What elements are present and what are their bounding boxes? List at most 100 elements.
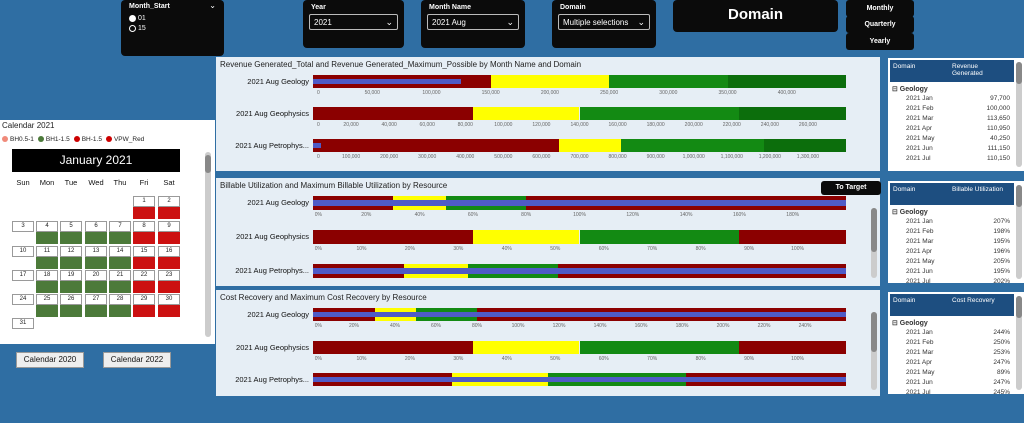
calendar-day[interactable]: 31: [12, 318, 34, 329]
weekday-label: Tue: [64, 178, 78, 187]
calendar-day[interactable]: 30: [158, 294, 180, 305]
bullet-bar[interactable]: [313, 341, 846, 354]
calendar-day[interactable]: 23: [158, 270, 180, 281]
calendar-day[interactable]: 16: [158, 246, 180, 257]
table-group[interactable]: ⊟ Geology: [892, 319, 928, 327]
yearly-button[interactable]: Yearly: [846, 33, 914, 50]
calendar-day[interactable]: 10: [12, 246, 34, 257]
calendar-day[interactable]: 25: [36, 294, 58, 305]
tick-label: 80%: [695, 246, 706, 252]
bullet-bar[interactable]: [313, 308, 846, 321]
column-header[interactable]: Domain: [893, 186, 915, 193]
calendar-day[interactable]: 2: [158, 196, 180, 207]
cost-recovery-scroll-thumb[interactable]: [871, 312, 877, 352]
calendar-day[interactable]: 4: [36, 221, 58, 232]
calendar-scrollbar[interactable]: [205, 152, 211, 337]
cost-recovery-panel: Cost Recovery and Maximum Cost Recovery …: [216, 290, 880, 396]
day-status-fill: [133, 305, 155, 317]
calendar-2022-button[interactable]: Calendar 2022: [103, 352, 171, 368]
calendar-day[interactable]: 1: [133, 196, 155, 207]
calendar-day[interactable]: 20: [85, 270, 107, 281]
tick-label: 60%: [467, 212, 478, 218]
tick-label: 0: [316, 90, 320, 96]
calendar-day[interactable]: 6: [85, 221, 107, 232]
bullet-bar[interactable]: [313, 264, 846, 278]
calendar-day[interactable]: 8: [133, 221, 155, 232]
table-row: 2021 Mar 253%: [890, 349, 1014, 359]
calendar-day[interactable]: 29: [133, 294, 155, 305]
bullet-bar[interactable]: [313, 230, 846, 244]
column-header[interactable]: Domain: [893, 63, 915, 70]
table-scroll-thumb[interactable]: [1016, 185, 1022, 207]
tick-label: 30%: [453, 356, 464, 362]
table-scroll-thumb[interactable]: [1016, 296, 1022, 318]
table-row: 2021 Feb 198%: [890, 228, 1014, 238]
calendar-day[interactable]: 28: [109, 294, 131, 305]
calendar-day[interactable]: 26: [60, 294, 82, 305]
tick-label: 200,000: [684, 122, 703, 128]
calendar-day[interactable]: 5: [60, 221, 82, 232]
calendar-day[interactable]: 7: [109, 221, 131, 232]
calendar-day[interactable]: 22: [133, 270, 155, 281]
tick-label: 40%: [501, 246, 512, 252]
domain-header-card: Domain: [673, 0, 838, 32]
bullet-bar[interactable]: [313, 107, 846, 120]
bullet-bar[interactable]: [313, 139, 846, 152]
calendar-day[interactable]: 17: [12, 270, 34, 281]
table-cell-period: 2021 May: [906, 258, 935, 265]
column-header[interactable]: Billable Utilization: [952, 186, 1010, 193]
table-scroll-thumb[interactable]: [1016, 62, 1022, 84]
calendar-day[interactable]: 24: [12, 294, 34, 305]
day-status-fill: [109, 305, 131, 317]
revenue-panel: Revenue Generated_Total and Revenue Gene…: [216, 57, 880, 171]
table-cell-value: 40,250: [990, 135, 1010, 142]
month-start-option-15[interactable]: 15: [129, 25, 146, 32]
calendar-2020-button[interactable]: Calendar 2020: [16, 352, 84, 368]
domain-dropdown[interactable]: Multiple selections ⌄: [558, 14, 650, 30]
table-row: 2021 May 89%: [890, 369, 1014, 379]
axis-ticks: 0% 20% 40% 60% 80% 100% 120% 140% 160% 180%: [313, 212, 846, 220]
month-start-option-01[interactable]: 01: [129, 15, 146, 22]
year-dropdown[interactable]: 2021 ⌄: [309, 14, 398, 30]
month-name-dropdown[interactable]: 2021 Aug ⌄: [427, 14, 519, 30]
table-row: 2021 Jan 207%: [890, 218, 1014, 228]
quarterly-button[interactable]: Quarterly: [846, 16, 914, 33]
row-label: 2021 Aug Geology: [247, 77, 309, 86]
table-scrollbar[interactable]: [1016, 62, 1022, 167]
column-header[interactable]: Revenue Generated: [952, 63, 1010, 77]
calendar-day[interactable]: 11: [36, 246, 58, 257]
calendar-day[interactable]: 18: [36, 270, 58, 281]
bullet-bar[interactable]: [313, 373, 846, 386]
bullet-bar[interactable]: [313, 75, 846, 88]
day-status-fill: [109, 232, 131, 244]
calendar-day[interactable]: 21: [109, 270, 131, 281]
monthly-button[interactable]: Monthly: [846, 0, 914, 17]
table-group[interactable]: ⊟ Geology: [892, 85, 928, 93]
calendar-day[interactable]: 9: [158, 221, 180, 232]
calendar-day[interactable]: 3: [12, 221, 34, 232]
table-cell-value: 100,000: [986, 105, 1011, 112]
calendar-day[interactable]: 15: [133, 246, 155, 257]
tick-label: 0: [316, 122, 320, 128]
cost-recovery-scrollbar[interactable]: [871, 312, 877, 390]
table-group[interactable]: ⊟ Geology: [892, 208, 928, 216]
chevron-down-icon[interactable]: ⌄: [209, 1, 216, 10]
calendar-day[interactable]: 12: [60, 246, 82, 257]
calendar-day[interactable]: 13: [85, 246, 107, 257]
billable-chart-title: Billable Utilization and Maximum Billabl…: [220, 181, 448, 190]
table-scrollbar[interactable]: [1016, 296, 1022, 390]
to-target-button[interactable]: To Target: [821, 181, 881, 195]
tick-label: 80%: [471, 323, 483, 329]
calendar-scroll-thumb[interactable]: [205, 155, 211, 173]
table-scrollbar[interactable]: [1016, 185, 1022, 279]
calendar-day[interactable]: 14: [109, 246, 131, 257]
column-header[interactable]: Cost Recovery: [952, 297, 1010, 304]
calendar-day[interactable]: 19: [60, 270, 82, 281]
billable-scroll-thumb[interactable]: [871, 208, 877, 252]
column-header[interactable]: Domain: [893, 297, 915, 304]
calendar-day[interactable]: 27: [85, 294, 107, 305]
legend-label: BH-1.5: [81, 136, 102, 143]
billable-scrollbar[interactable]: [871, 208, 877, 278]
tick-label: 300,000: [659, 90, 678, 96]
bullet-bar[interactable]: [313, 196, 846, 210]
